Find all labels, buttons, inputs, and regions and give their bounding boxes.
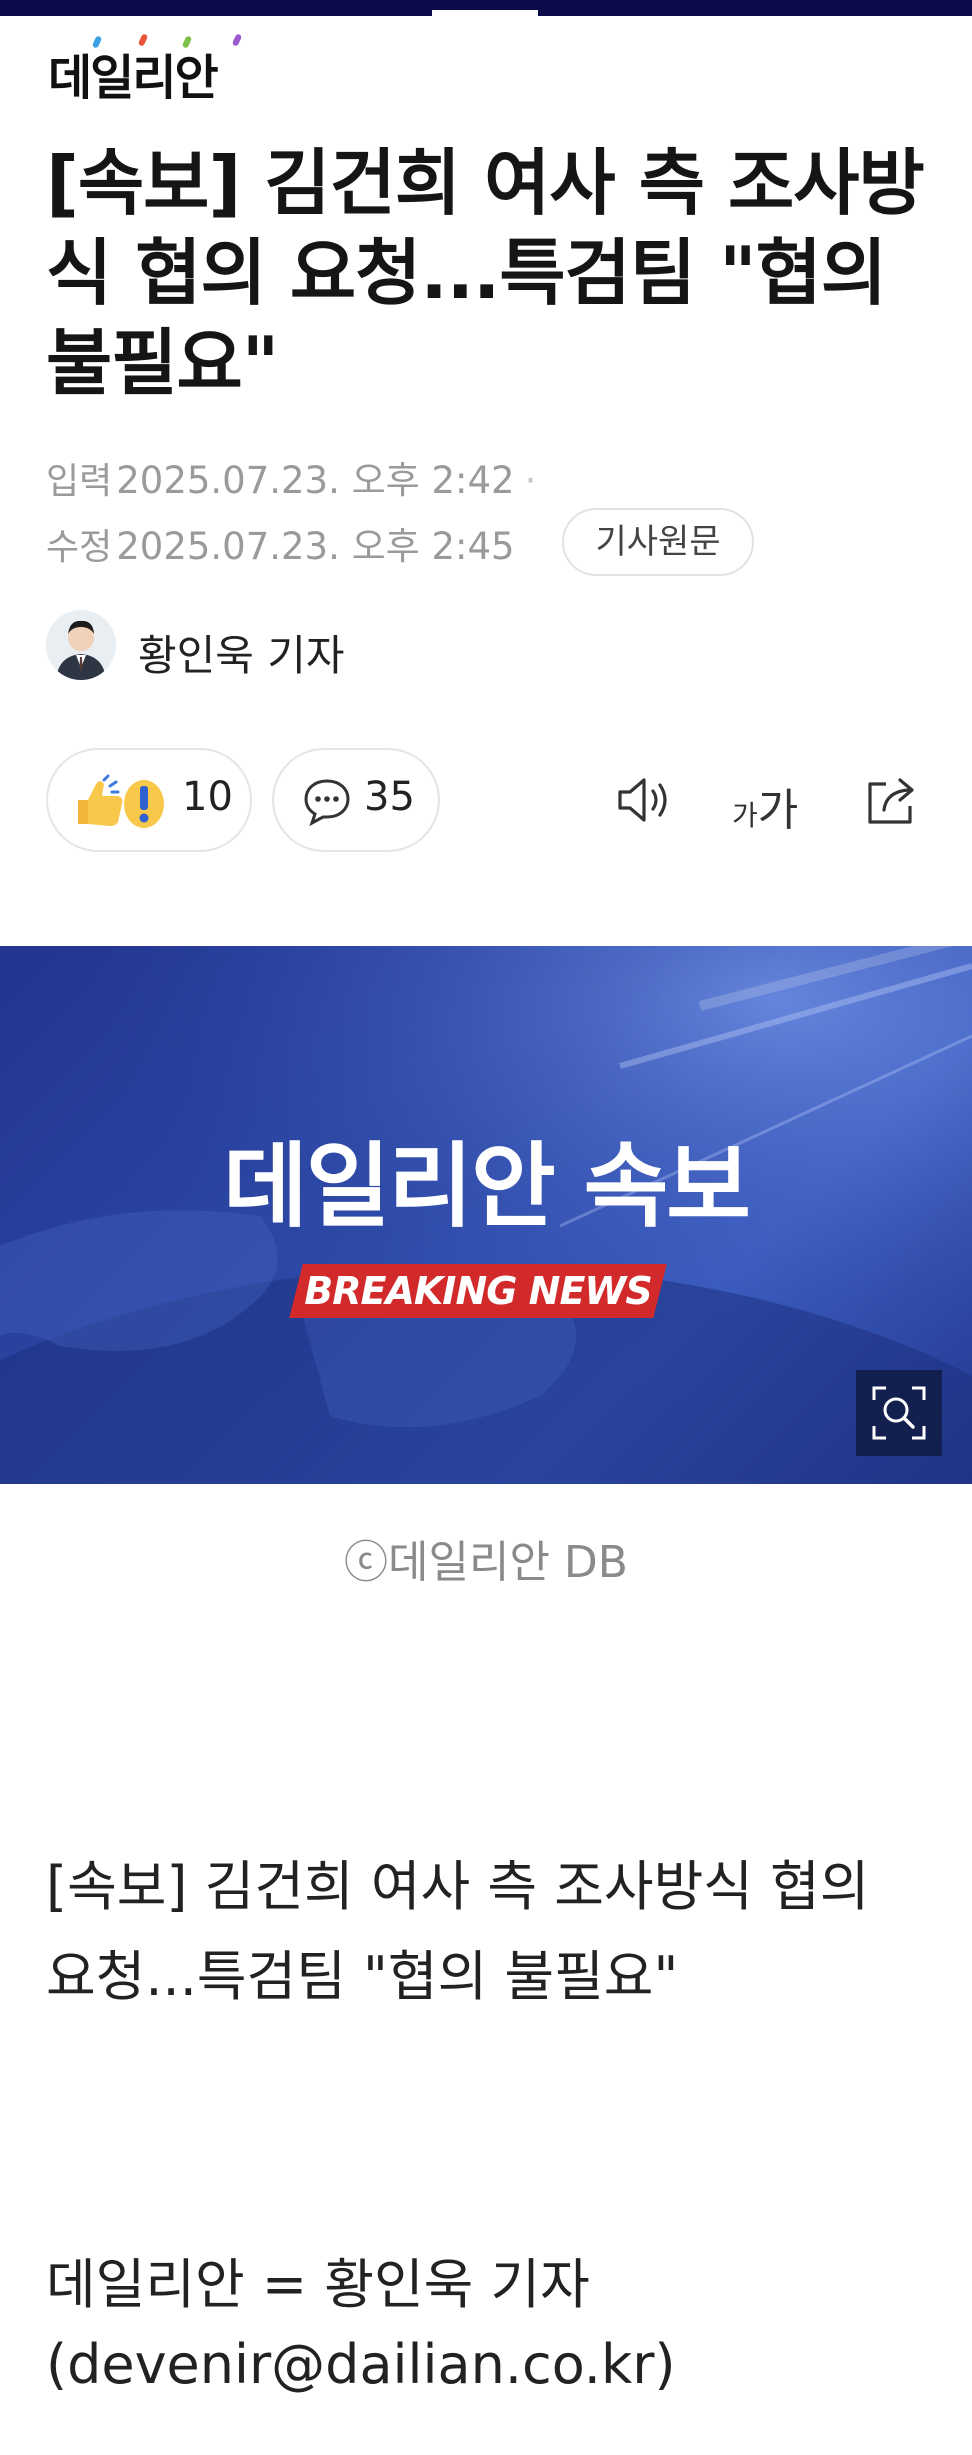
reporter-name: 황인욱 기자 [138,631,345,680]
published-value: 2025.07.23. 오후 2:42 [116,459,515,502]
status-bar [0,0,972,16]
updated-label: 수정 [46,527,113,568]
zoom-button[interactable] [856,1370,942,1456]
comment-button[interactable]: 35 [272,748,440,852]
byline: 데일리안 = 황인욱 기자 [46,2253,590,2316]
meta-separator: · [524,459,537,502]
font-size-button[interactable]: 가가가가 [732,774,798,838]
font-size-large-glyph: 가 [757,785,799,836]
speaker-icon[interactable] [614,770,678,834]
share-icon[interactable] [862,770,922,834]
published-time: 입력 2025.07.23. 오후 2:42 · [46,450,536,504]
body-headline: [속보] 김건희 여사 측 조사방식 협의 요청...특검팀 "협의 불필요" [46,1855,870,2008]
image-title: 데일리안 속보 [223,1133,751,1240]
image-caption: ⓒ데일리안 DB [344,1537,628,1588]
reporter-email[interactable]: (devenir@dailian.co.kr) [46,2320,936,2410]
updated-value: 2025.07.23. 오후 2:45 [116,525,515,568]
logo-text: 데일리안 [48,50,219,106]
article-headline: [속보] 김건희 여사 측 조사방식 협의 요청...특검팀 "협의 불필요" [46,141,925,405]
comment-count: 35 [364,774,415,820]
reporter-avatar[interactable] [46,610,116,680]
updated-time: 수정 2025.07.23. 오후 2:45 [46,516,515,570]
comment-icon [302,776,352,830]
reaction-button[interactable]: 10 [46,748,252,852]
article-image[interactable]: 데일리안 속보 BREAKING NEWS [0,946,972,1484]
reaction-emoji-icon [74,774,166,834]
zoom-search-icon [872,1386,926,1440]
published-label: 입력 [46,461,113,502]
scroll-indicator [432,10,538,16]
reaction-count: 10 [182,774,233,820]
font-size-small-glyph: 가 [732,799,758,832]
breaking-news-text: BREAKING NEWS [304,1269,652,1313]
original-article-button[interactable]: 기사원문 [562,508,754,576]
logo-dot [231,33,243,47]
